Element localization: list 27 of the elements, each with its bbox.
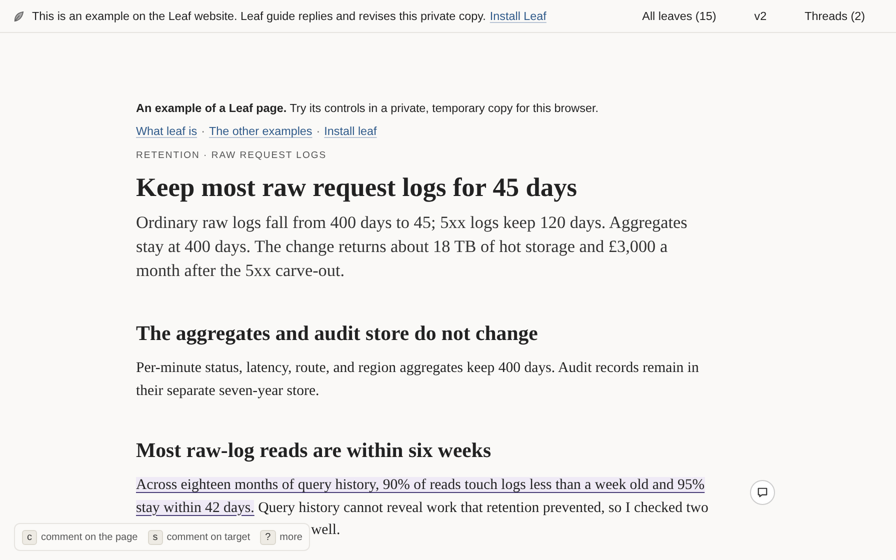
paragraph-fragment: well.: [311, 521, 340, 540]
nav-link[interactable]: What leaf is: [136, 125, 198, 138]
nav-link[interactable]: All leaves (15): [642, 10, 716, 22]
nav-link[interactable]: The other examples: [208, 125, 312, 138]
intro-text: An example of a Leaf page. Try its controls in a private, temporary copy for this browser.: [136, 102, 600, 115]
comment-button[interactable]: [750, 480, 775, 505]
notice-text: This is an example on the Leaf website. Leaf guide replies and revises this private copy.: [32, 10, 486, 22]
key-cap[interactable]: ?: [260, 530, 276, 544]
nav-link[interactable]: Install leaf: [324, 125, 377, 138]
paragraph: Per-minute status, latency, route, and region aggregates keep 400 days. Audit records remain in their separate seven-year store.: [136, 359, 700, 400]
nav-link[interactable]: Threads (2): [804, 10, 865, 22]
leaf-icon: [13, 10, 24, 22]
separator-dot: ·: [316, 125, 320, 138]
shortcut-label: more: [280, 532, 302, 542]
section-heading: Most raw-log reads are within six weeks: [136, 438, 492, 464]
install-link[interactable]: Install Leaf: [490, 10, 546, 22]
shortcut-label: comment on target: [166, 532, 250, 542]
key-cap[interactable]: c: [22, 530, 37, 544]
page-title: Keep most raw request logs for 45 days: [136, 171, 578, 204]
nav-link[interactable]: v2: [754, 10, 767, 22]
kicker-text: RETENTION · RAW REQUEST LOGS: [136, 150, 328, 161]
summary-text: Ordinary raw logs fall from 400 days to 45; 5xx logs keep 120 days. Aggregates stay at 400 days. The change returns about 18 TB of hot storage and £3,000 a month after the 5xx carve-out.: [136, 212, 688, 282]
shortcut-label: comment on the page: [41, 532, 138, 542]
key-cap[interactable]: s: [148, 530, 163, 544]
section-heading: The aggregates and audit store do not change: [136, 321, 539, 347]
comment-icon: [757, 487, 768, 498]
separator-dot: ·: [201, 125, 205, 138]
